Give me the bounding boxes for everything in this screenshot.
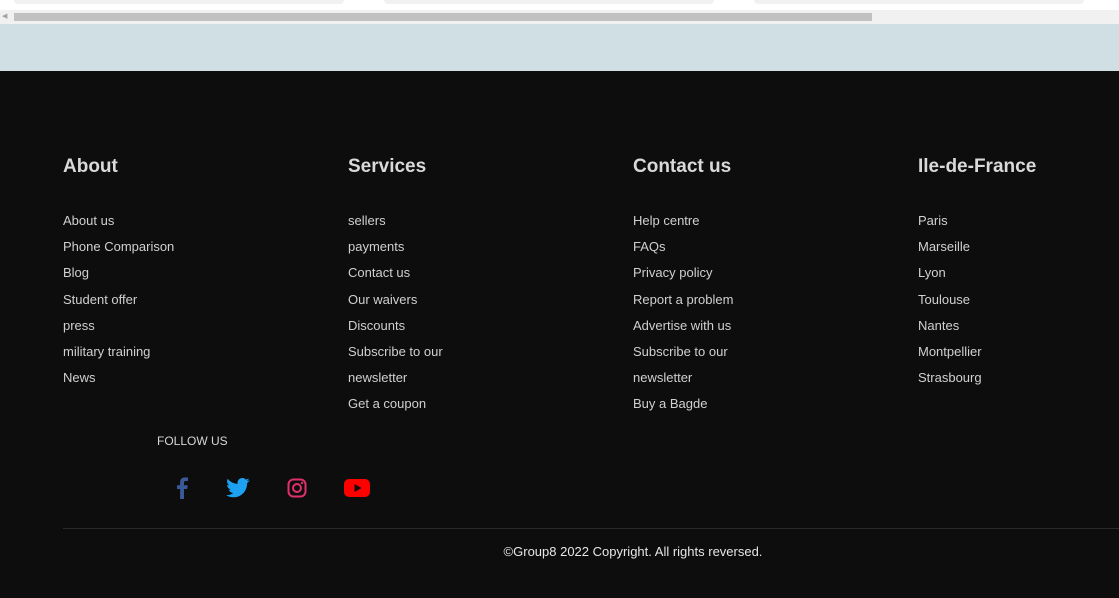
scroll-left-arrow-icon[interactable]: ◀ [2, 13, 7, 21]
youtube-icon [344, 479, 370, 497]
copyright-text: ©Group8 2022 Copyright. All rights rever… [503, 544, 763, 559]
footer-column-services: Services sellers payments Contact us Our… [348, 155, 443, 418]
column-heading: About [63, 156, 118, 177]
footer-link[interactable]: Paris [918, 208, 1036, 234]
top-content-strip [0, 0, 1119, 10]
footer-link[interactable]: Lyon [918, 260, 1036, 286]
twitter-link[interactable] [225, 476, 251, 500]
footer-link[interactable]: Strasbourg [918, 365, 1036, 391]
footer-link[interactable]: Report a problem [633, 287, 733, 313]
footer-link[interactable]: sellers [348, 208, 443, 234]
card-edge [14, 0, 344, 4]
site-footer: About About us Phone Comparison Blog Stu… [0, 71, 1119, 598]
column-heading: Contact us [633, 156, 732, 177]
footer-column-ile-de-france: Ile-de-France Paris Marseille Lyon Toulo… [918, 155, 1036, 391]
footer-link[interactable]: Advertise with us [633, 313, 733, 339]
instagram-link[interactable] [284, 476, 310, 500]
facebook-link[interactable] [169, 476, 195, 500]
footer-link[interactable]: payments [348, 234, 443, 260]
footer-link[interactable]: News [63, 365, 174, 391]
footer-link[interactable]: Blog [63, 260, 174, 286]
footer-link[interactable]: Subscribe to our [633, 339, 733, 365]
card-edge [384, 0, 714, 4]
footer-link[interactable]: Discounts [348, 313, 443, 339]
footer-link[interactable]: Student offer [63, 287, 174, 313]
footer-link[interactable]: newsletter [633, 365, 733, 391]
footer-link[interactable]: newsletter [348, 365, 443, 391]
footer-column-contact: Contact us Help centre FAQs Privacy poli… [633, 155, 733, 418]
footer-link[interactable]: Get a coupon [348, 391, 443, 417]
footer-link[interactable]: Our waivers [348, 287, 443, 313]
footer-link[interactable]: Phone Comparison [63, 234, 174, 260]
footer-link[interactable]: Buy a Bagde [633, 391, 733, 417]
facebook-icon [177, 477, 188, 499]
section-band [0, 24, 1119, 71]
footer-column-about: About About us Phone Comparison Blog Stu… [63, 155, 174, 391]
column-heading: Ile-de-France [918, 156, 1037, 177]
footer-link[interactable]: military training [63, 339, 174, 365]
footer-link[interactable]: Contact us [348, 260, 443, 286]
footer-divider [63, 528, 1119, 529]
footer-link[interactable]: Marseille [918, 234, 1036, 260]
card-edge [754, 0, 1084, 4]
twitter-icon [226, 478, 250, 498]
footer-link[interactable]: Help centre [633, 208, 733, 234]
footer-link[interactable]: FAQs [633, 234, 733, 260]
footer-link[interactable]: Privacy policy [633, 260, 733, 286]
column-heading: Services [348, 156, 427, 177]
footer-link[interactable]: About us [63, 208, 174, 234]
footer-link[interactable]: press [63, 313, 174, 339]
scrollbar-thumb[interactable] [14, 13, 872, 21]
footer-link[interactable]: Subscribe to our [348, 339, 443, 365]
horizontal-scrollbar[interactable]: ◀ [0, 10, 1119, 24]
youtube-link[interactable] [344, 476, 370, 500]
footer-link[interactable]: Montpellier [918, 339, 1036, 365]
footer-link[interactable]: Nantes [918, 313, 1036, 339]
footer-link[interactable]: Toulouse [918, 287, 1036, 313]
instagram-icon [287, 478, 307, 498]
follow-us-label: FOLLOW US [157, 434, 228, 448]
